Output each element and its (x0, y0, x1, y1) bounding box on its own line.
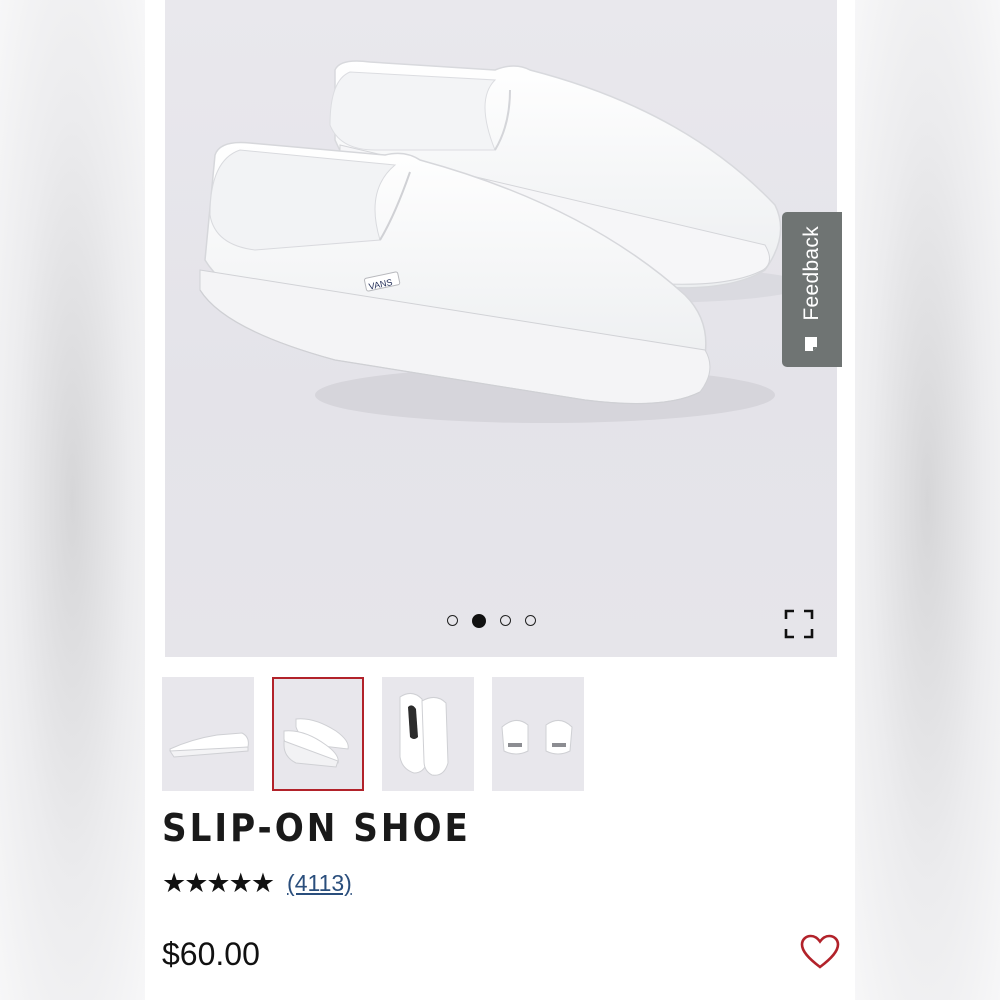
thumbnail-side[interactable] (162, 677, 254, 791)
heart-icon[interactable] (800, 934, 840, 970)
carousel-dot[interactable] (500, 615, 511, 626)
product-price: $60.00 (162, 936, 260, 972)
thumbnail-strip (162, 677, 584, 791)
carousel-dot[interactable] (447, 615, 458, 626)
product-page: VANS SLIP-ON SHOE ★★★★★ (4113) $60.00 (145, 0, 855, 1000)
shoe-image: VANS (199, 60, 805, 423)
carousel-pagination (447, 613, 536, 628)
star-rating: ★★★★★ (162, 868, 275, 899)
feedback-icon (805, 336, 817, 351)
product-image-carousel[interactable]: VANS (165, 0, 837, 657)
carousel-dot[interactable] (525, 615, 536, 626)
thumbnail-heel[interactable] (492, 677, 584, 791)
carousel-dot-active[interactable] (472, 613, 486, 628)
feedback-tab[interactable]: Feedback (782, 212, 842, 367)
product-rating[interactable]: ★★★★★ (4113) (162, 868, 352, 899)
product-title: SLIP-ON SHOE (162, 806, 471, 850)
thumbnail-sole[interactable] (382, 677, 474, 791)
feedback-label: Feedback (800, 226, 823, 321)
thumbnail-angle[interactable] (272, 677, 364, 791)
review-count-link[interactable]: (4113) (287, 870, 352, 897)
background-left (0, 0, 145, 1000)
background-right (855, 0, 1000, 1000)
fullscreen-icon[interactable] (784, 609, 814, 639)
